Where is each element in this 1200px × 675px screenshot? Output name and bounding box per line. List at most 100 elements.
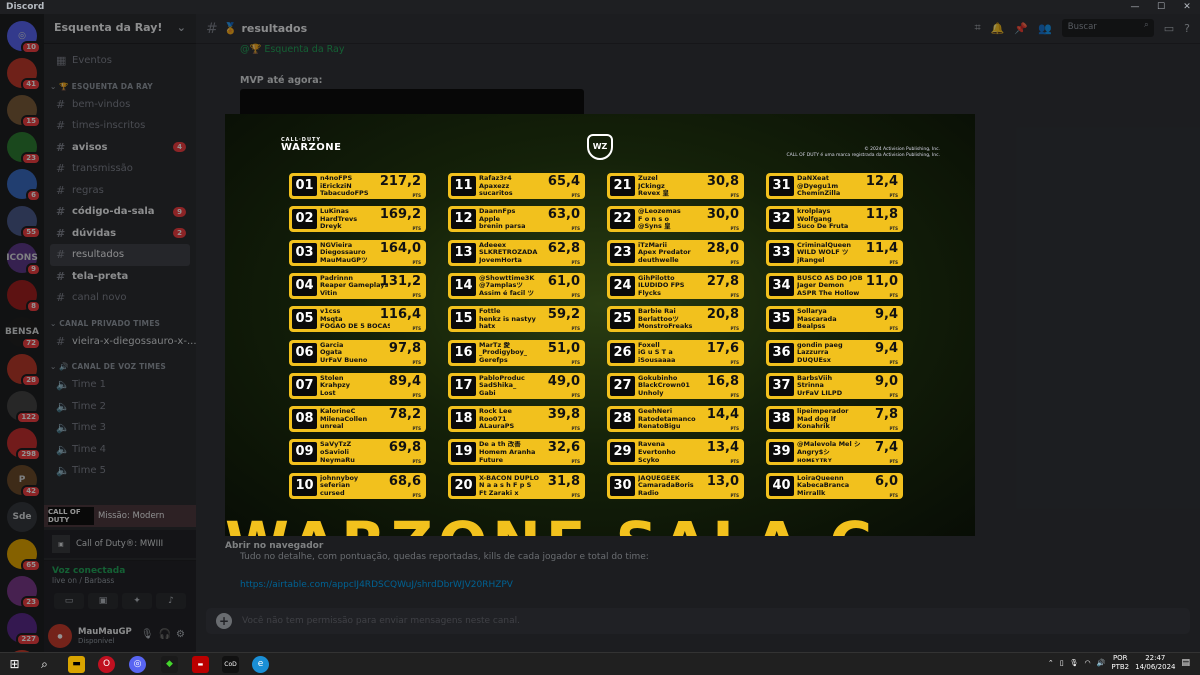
pts-label: PTS bbox=[571, 392, 580, 398]
pts-label: PTS bbox=[571, 426, 580, 432]
team-points: 169,2 bbox=[379, 207, 421, 223]
rank-number: 05 bbox=[292, 309, 317, 330]
player-name: @Syns 皇 bbox=[638, 222, 671, 231]
rank-number: 24 bbox=[610, 275, 635, 296]
team-points: 11,4 bbox=[865, 240, 898, 256]
pts-label: PTS bbox=[730, 426, 739, 432]
team-players: MarTz 愛 _Prodigyboy_ Gerefps bbox=[479, 342, 549, 365]
razer-icon[interactable]: ◆ bbox=[161, 656, 178, 673]
team-points: 31,8 bbox=[547, 473, 580, 489]
search-icon[interactable]: ⌕ bbox=[36, 656, 53, 673]
pts-label: PTS bbox=[412, 426, 421, 432]
ranking-card: 25 Barbie Rai Berlattooツ MonstroFreaks 20,8 P… bbox=[607, 306, 744, 333]
player-name: FOGAO DE 5 BOCAS bbox=[320, 322, 390, 331]
rank-number: 23 bbox=[610, 242, 635, 263]
rank-number: 35 bbox=[769, 309, 794, 330]
rank-number: 12 bbox=[451, 209, 476, 230]
team-points: 39,8 bbox=[547, 407, 580, 423]
player-name: TabacudoFPS bbox=[320, 189, 369, 198]
pts-label: PTS bbox=[571, 359, 580, 365]
team-points: 97,8 bbox=[388, 340, 421, 356]
rank-number: 28 bbox=[610, 409, 635, 430]
minimize-icon[interactable]: — bbox=[1122, 0, 1148, 14]
pts-label: PTS bbox=[730, 359, 739, 365]
ranking-image[interactable]: CALL·DUTY WARZONE WZ © 2024 Activision P… bbox=[225, 114, 975, 536]
pts-label: PTS bbox=[571, 326, 580, 332]
edge-icon[interactable]: e bbox=[252, 656, 269, 673]
maximize-icon[interactable]: ☐ bbox=[1148, 0, 1174, 14]
player-name: Lost bbox=[320, 388, 336, 397]
discord-icon[interactable]: ◎ bbox=[129, 656, 146, 673]
file-explorer-icon[interactable]: ▬ bbox=[68, 656, 85, 673]
chevron-up-icon[interactable]: ⌃ bbox=[1048, 659, 1054, 667]
close-icon[interactable]: ✕ bbox=[1174, 0, 1200, 14]
ranking-card: 19 De a th 改善 Homem Aranha Future 32,6 PTS bbox=[448, 439, 585, 466]
notification-icon[interactable]: ▤ bbox=[1181, 658, 1190, 668]
network-icon[interactable]: ▯ bbox=[1060, 659, 1064, 667]
team-players: Fottle henkz is nastyy hatx bbox=[479, 308, 549, 331]
language-indicator[interactable]: POR PTB2 bbox=[1111, 654, 1129, 672]
player-name: UrFaV Bueno bbox=[320, 355, 368, 364]
rank-number: 10 bbox=[292, 475, 317, 496]
ranking-card: 04 Padrinnn Reaper Gameplays Vitin 131,2 PTS bbox=[289, 272, 426, 299]
team-points: 7,8 bbox=[874, 407, 898, 423]
team-players: BarbsViih Strinna UrFaV LILPD bbox=[797, 375, 867, 398]
rank-number: 18 bbox=[451, 409, 476, 430]
player-name: hatx bbox=[479, 322, 496, 331]
ranking-card: 06 Garcia Ogata UrFaV Bueno 97,8 PTS bbox=[289, 339, 426, 366]
rank-number: 32 bbox=[769, 209, 794, 230]
team-points: 59,2 bbox=[547, 307, 580, 323]
app-icon[interactable]: ▬ bbox=[192, 656, 209, 673]
pts-label: PTS bbox=[571, 226, 580, 232]
pts-label: PTS bbox=[571, 459, 580, 465]
mic-tray-icon[interactable]: 🎙 bbox=[1070, 659, 1079, 667]
team-players: lipeimperador Mad dog lf Konahrik bbox=[797, 408, 867, 431]
ranking-card: 32 krolplays Wolfgang Suco De Fruta 11,8 PTS bbox=[766, 206, 903, 233]
team-points: 13,4 bbox=[706, 440, 739, 456]
rank-number: 40 bbox=[769, 475, 794, 496]
ranking-card: 24 GihPilotto ILUDIDO FPS Flycks 27,8 PTS bbox=[607, 272, 744, 299]
rank-number: 38 bbox=[769, 409, 794, 430]
pts-label: PTS bbox=[889, 459, 898, 465]
start-icon[interactable]: ⊞ bbox=[6, 656, 23, 673]
team-players: GihPilotto ILUDIDO FPS Flycks bbox=[638, 275, 708, 298]
player-name: jRangel bbox=[797, 255, 825, 264]
cod-app-icon[interactable]: CoD bbox=[222, 656, 239, 673]
player-name: MauMauGPツ bbox=[320, 255, 368, 264]
system-tray: ⌃ ▯ 🎙 ◠ 🔊 POR PTB2 22:47 14/06/2024 ▤ bbox=[1048, 654, 1190, 672]
rank-number: 22 bbox=[610, 209, 635, 230]
rank-number: 14 bbox=[451, 275, 476, 296]
team-points: 16,8 bbox=[706, 373, 739, 389]
pts-label: PTS bbox=[889, 259, 898, 265]
volume-icon[interactable]: 🔊 bbox=[1097, 659, 1106, 667]
team-points: 30,0 bbox=[706, 207, 739, 223]
team-players: JAQUEGEEK CamaradaBoris Radio bbox=[638, 475, 708, 498]
rank-number: 26 bbox=[610, 342, 635, 363]
team-players: BUSCO AS DO JOB Jager Demon ASPR The Hollo… bbox=[797, 275, 867, 298]
player-name: CheminZilla bbox=[797, 189, 841, 198]
pts-label: PTS bbox=[889, 193, 898, 198]
ranking-card: 33 CriminalQueen WILD WOLF ツ jRangel 11,4 PTS bbox=[766, 239, 903, 266]
wifi-icon[interactable]: ◠ bbox=[1085, 659, 1091, 667]
team-players: SaVyTzZ oSavioli NeymaRu bbox=[320, 441, 390, 464]
team-players: PabloProduc SadShika_ Gabi bbox=[479, 375, 549, 398]
team-players: Rafaz3r4 Apaxezz sucaritos bbox=[479, 175, 549, 198]
team-players: KalorineC MilenaCollen unreal bbox=[320, 408, 390, 431]
time-label: 22:47 bbox=[1145, 654, 1166, 662]
pts-label: PTS bbox=[412, 459, 421, 465]
player-name: Gerefps bbox=[479, 355, 508, 364]
team-players: @Showttime3K @7amplasツ Assim é facil ツ bbox=[479, 275, 549, 298]
player-name: Vitin bbox=[320, 289, 338, 298]
player-name: RenatoBigu bbox=[638, 422, 681, 431]
team-points: 11,0 bbox=[865, 273, 898, 289]
ranking-card: 10 johnnyboy seferian cursed 68,6 PTS bbox=[289, 472, 426, 499]
ranking-card: 36 gondin paeg Lazzurra DUQUEsx 9,4 PTS bbox=[766, 339, 903, 366]
clock[interactable]: 22:47 14/06/2024 bbox=[1135, 654, 1175, 672]
opera-icon[interactable]: O bbox=[98, 656, 115, 673]
ranking-card: 17 PabloProduc SadShika_ Gabi 49,0 PTS bbox=[448, 372, 585, 399]
ranking-card: 12 DaannFps Apple brenin parsa 63,0 PTS bbox=[448, 206, 585, 233]
player-name: deuthwelle bbox=[638, 255, 679, 264]
discord-window: Discord — ☐ ✕ ◎ 10 41 15 23 6 55 ICONS 9 8 BENSA 72… bbox=[0, 0, 1200, 675]
pts-label: PTS bbox=[412, 193, 421, 198]
pts-label: PTS bbox=[730, 259, 739, 265]
